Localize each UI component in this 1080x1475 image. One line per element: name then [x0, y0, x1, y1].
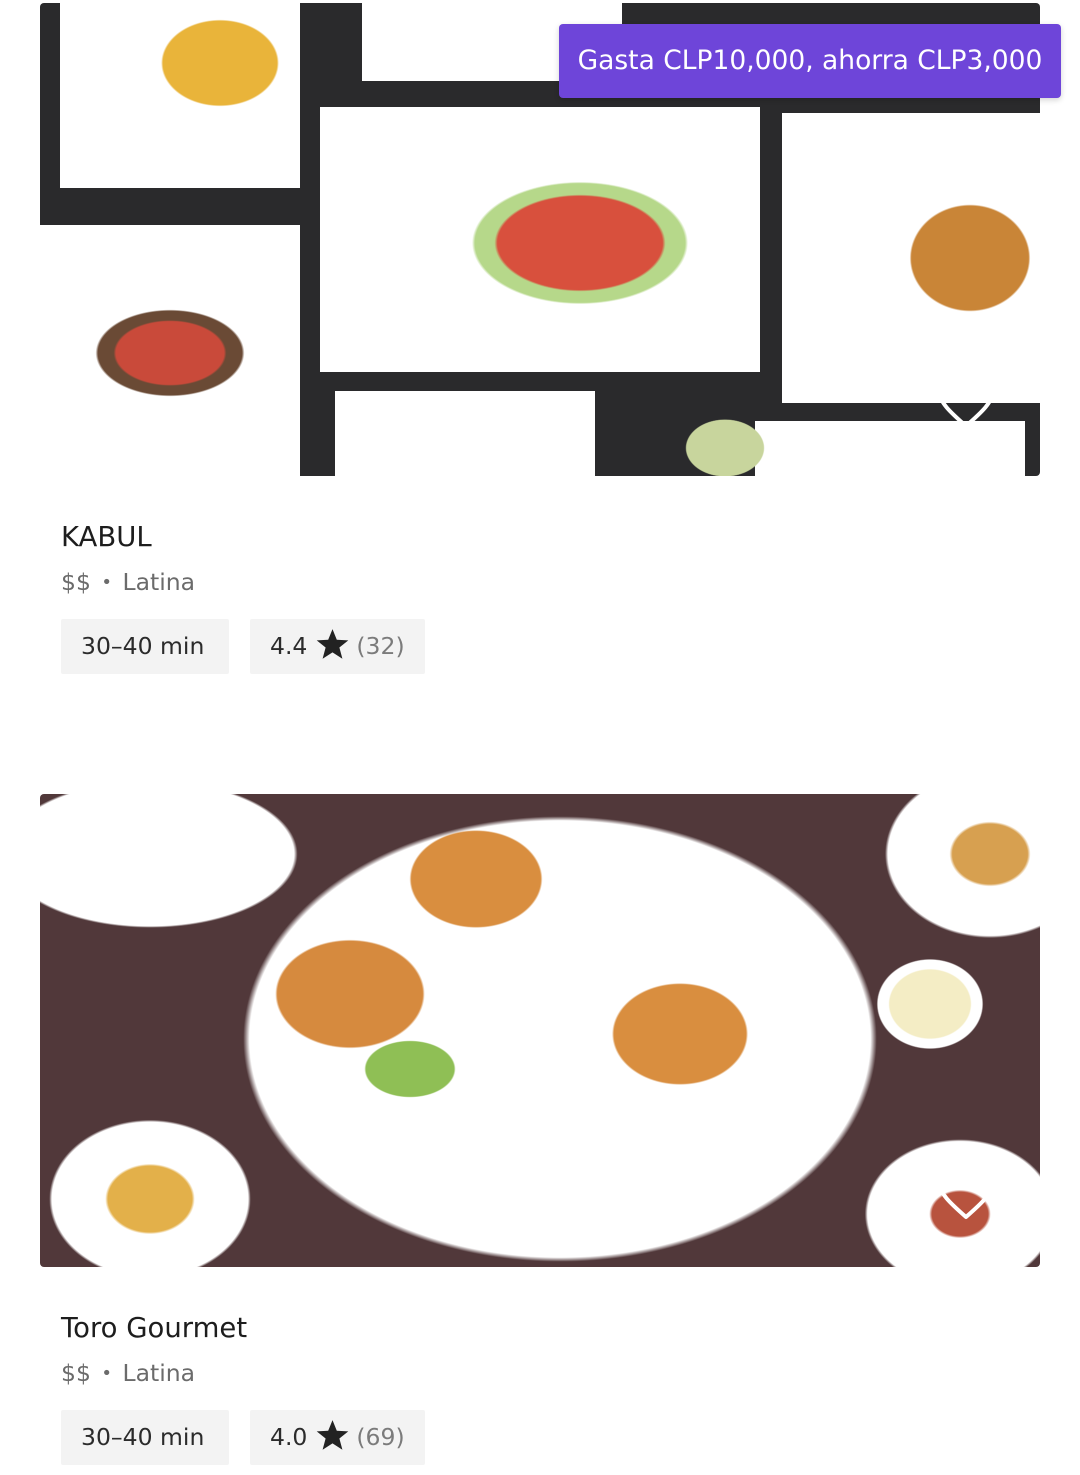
- cuisine-label: Latina: [122, 568, 196, 596]
- delivery-time-badge: 30–40 min: [61, 1410, 229, 1465]
- star-icon: [315, 1417, 350, 1450]
- price-range: $$: [61, 568, 91, 596]
- review-count: (32): [356, 632, 405, 660]
- meta-separator: •: [101, 572, 113, 593]
- rating-badge: 4.4 (32): [250, 619, 425, 674]
- star-icon: [315, 626, 350, 659]
- meta-separator: •: [101, 1363, 113, 1384]
- cuisine-label: Latina: [122, 1359, 196, 1387]
- heart-outline-icon[interactable]: [936, 374, 996, 430]
- promo-badge: Gasta CLP10,000, ahorra CLP3,000: [559, 24, 1061, 98]
- rating-badge: 4.0 (69): [250, 1410, 425, 1465]
- rating-value: 4.4: [270, 632, 308, 660]
- delivery-time-badge: 30–40 min: [61, 619, 229, 674]
- restaurant-meta: $$ • Latina: [61, 563, 195, 602]
- price-range: $$: [61, 1359, 91, 1387]
- restaurant-meta: $$ • Latina: [61, 1354, 195, 1393]
- restaurant-name[interactable]: KABUL: [61, 515, 152, 559]
- review-count: (69): [356, 1423, 405, 1451]
- restaurant-photo[interactable]: [40, 794, 1040, 1267]
- rating-value: 4.0: [270, 1423, 308, 1451]
- heart-outline-icon[interactable]: [936, 1165, 996, 1221]
- restaurant-name[interactable]: Toro Gourmet: [61, 1306, 247, 1350]
